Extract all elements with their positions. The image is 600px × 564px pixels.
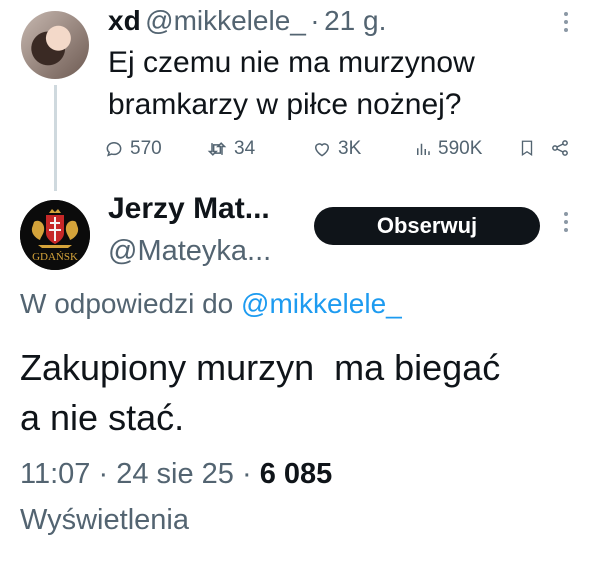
reply-prefix: W odpowiedzi do [20, 288, 234, 319]
views-label: Wyświetlenia [20, 504, 189, 536]
separator: · [241, 458, 252, 490]
tweet-text: Zakupiony murzyn ma biegać a nie stać. [20, 343, 580, 443]
avatar[interactable]: GDAŃSK [20, 200, 90, 270]
tweet-text: Ej czemu nie ma murzynow bramkarzy w pił… [108, 42, 538, 126]
tweet-time[interactable]: 11:07 [20, 458, 90, 490]
tweet-time[interactable]: 21 g. [324, 5, 386, 36]
tweet-meta: 11:07 · 24 sie 25 · 6 085 [20, 458, 332, 491]
retweet-icon [207, 142, 227, 156]
reply-button[interactable]: 570 [104, 138, 162, 160]
avatar-text: GDAŃSK [32, 251, 78, 263]
views-button[interactable]: 590K [414, 138, 482, 160]
author-handle[interactable]: @mikkelele_ [145, 5, 306, 36]
follow-button[interactable]: Obserwuj [314, 207, 540, 245]
tweet-date[interactable]: 24 sie 25 [116, 458, 234, 490]
share-button[interactable] [550, 138, 570, 158]
tweet-header: xd @mikkelele_ · 21 g. [108, 5, 386, 37]
avatar[interactable] [21, 11, 89, 79]
tweet-text-line: Ej czemu nie ma murzynow [108, 46, 475, 79]
like-count: 3K [338, 138, 362, 159]
thread-line [54, 85, 57, 191]
separator: · [98, 458, 109, 490]
separator: · [310, 5, 320, 36]
retweet-count: 34 [234, 138, 256, 159]
reply-count: 570 [130, 138, 162, 159]
retweet-button[interactable]: 34 [206, 138, 255, 160]
city-crest-icon: GDAŃSK [20, 200, 90, 270]
bookmark-button[interactable] [518, 138, 536, 158]
views-count: 6 085 [259, 458, 333, 490]
tweet-text-line: Zakupiony murzyn ma biegać [20, 347, 501, 388]
tweet-actions: 570 34 3K 590K [104, 138, 584, 164]
tweet-text-line: a nie stać. [20, 397, 185, 438]
author-name[interactable]: xd [108, 5, 141, 36]
like-button[interactable]: 3K [312, 138, 361, 160]
tweet-text-line: bramkarzy w piłce nożnej? [108, 88, 462, 121]
views-count: 590K [438, 138, 483, 159]
share-icon [552, 140, 568, 156]
reply-mention-link[interactable]: @mikkelele_ [241, 288, 402, 319]
more-options-icon[interactable] [561, 212, 571, 232]
author-name[interactable]: Jerzy Mat... [108, 192, 270, 226]
heart-icon [314, 143, 330, 157]
reply-icon [106, 141, 122, 157]
reply-context: W odpowiedzi do @mikkelele_ [20, 288, 402, 320]
views-icon [417, 143, 430, 155]
bookmark-icon [521, 140, 533, 157]
author-handle[interactable]: @Mateyka... [108, 235, 271, 268]
more-options-icon[interactable] [561, 12, 571, 32]
